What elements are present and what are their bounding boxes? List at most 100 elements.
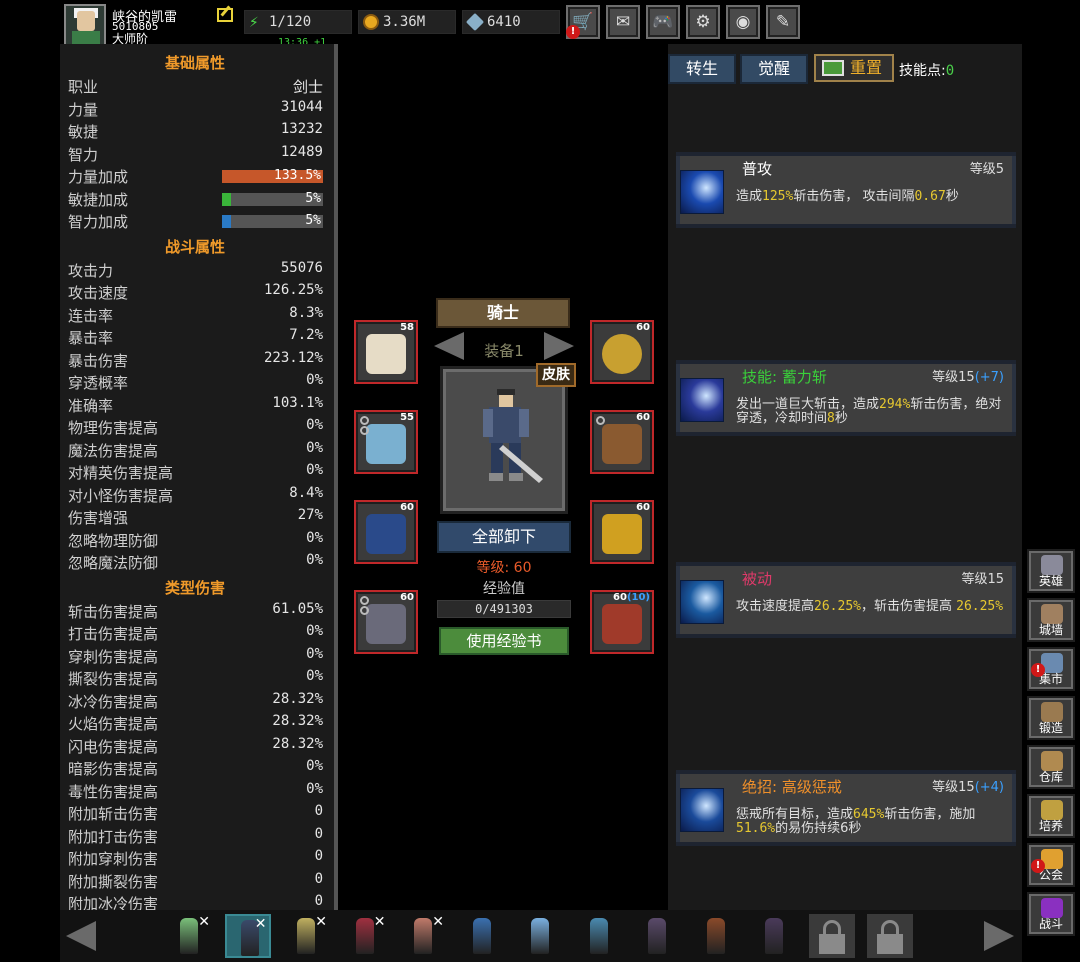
stat-value: 剑士 [292, 78, 323, 96]
stat-row: 暗影伤害提高 0% [68, 758, 323, 780]
side-nav-wall[interactable]: 城墙 [1027, 598, 1075, 642]
side-nav-guild[interactable]: 公会! [1027, 843, 1075, 887]
stat-value: 28.32% [272, 713, 323, 729]
tab-awaken[interactable]: 觉醒 [740, 54, 808, 84]
skill-description: 惩戒所有目标，造成645%斩击伤害，施加 51.6%的易伤持续6秒 [736, 808, 1008, 836]
stat-value: 28.32% [272, 735, 323, 752]
hero-roster-item[interactable]: ✕ [224, 914, 271, 958]
prev-set-arrow-icon[interactable] [434, 332, 464, 360]
locked-hero-slot[interactable] [809, 914, 855, 958]
stat-label: 智力 [68, 145, 99, 164]
gem-value: 6410 [487, 14, 521, 30]
side-nav-chalice[interactable]: 培养 [1027, 794, 1075, 838]
hero-sprite-icon [765, 918, 783, 954]
edit-name-icon[interactable] [217, 8, 233, 22]
skill-desc-value: 294% [879, 397, 911, 412]
necklace-slot[interactable]: 60 [590, 320, 654, 384]
weapon-slot[interactable]: 60(10) [590, 590, 654, 654]
gem-counter[interactable]: 6410 [462, 10, 560, 34]
stat-value: 61.05% [272, 600, 323, 617]
remove-hero-icon[interactable]: ✕ [432, 914, 444, 930]
roster-next-button[interactable] [982, 918, 1018, 954]
side-nav-storage[interactable]: 仓库 [1027, 745, 1075, 789]
hero-roster-item[interactable]: ✕ [283, 914, 329, 958]
hero-roster-item[interactable] [459, 914, 505, 958]
stat-value: 0% [306, 529, 323, 546]
side-nav-anvil[interactable]: 锻造 [1027, 696, 1075, 740]
remove-hero-icon[interactable]: ✕ [198, 914, 210, 930]
hero-roster-item[interactable] [693, 914, 739, 958]
stat-label: 打击伤害提高 [68, 625, 159, 643]
skill-name: 绝招: 高级惩戒 [742, 778, 842, 796]
tab-rebirth[interactable]: 转生 [668, 54, 736, 84]
mail-button[interactable]: ✉ [606, 5, 640, 39]
item-level: 55 [400, 412, 414, 423]
stat-label: 附加撕裂伤害 [68, 872, 159, 891]
hero-roster-item[interactable]: ✕ [400, 914, 446, 958]
hero-roster-item[interactable] [576, 914, 622, 958]
stat-label: 对精英伤害提高 [68, 464, 174, 482]
chest-slot[interactable]: 55 [354, 410, 418, 474]
stat-bonus-bar: 133.5% [222, 168, 323, 183]
gold-counter[interactable]: 3.36M [358, 10, 456, 34]
gamepad-button[interactable]: 🎮 [646, 5, 680, 39]
unequip-all-button[interactable]: 全部卸下 [437, 521, 571, 553]
stat-value: 0% [306, 417, 323, 433]
player-avatar[interactable] [64, 4, 106, 46]
exp-bar: 0/491303 [437, 600, 571, 618]
roster-prev-button[interactable] [62, 918, 98, 954]
hero-roster-item[interactable] [751, 914, 797, 958]
shop-button[interactable]: 🛒! [566, 5, 600, 39]
feather-button[interactable]: ✎ [766, 5, 800, 39]
legs-slot[interactable]: 60 [354, 500, 418, 564]
next-set-arrow-icon[interactable] [544, 332, 574, 360]
remove-hero-icon[interactable]: ✕ [374, 914, 386, 930]
wheel-button[interactable]: ◉ [726, 5, 760, 39]
remove-hero-icon[interactable]: ✕ [315, 914, 327, 930]
side-nav-portal[interactable]: 战斗 [1027, 892, 1075, 936]
hero-roster-item[interactable] [517, 914, 563, 958]
stat-row: 物理伤害提高 0% [68, 417, 323, 439]
skill-card[interactable]: 技能: 蓄力斩 等级15(+7) 发出一道巨大斩击，造成294%斩击伤害，绝对穿透，… [676, 360, 1016, 436]
stat-label: 穿刺伤害提高 [68, 647, 159, 666]
skill-card[interactable]: 绝招: 高级惩戒 等级15(+4) 惩戒所有目标，造成645%斩击伤害，施加 51.… [676, 770, 1016, 846]
stat-value: 0% [306, 780, 323, 797]
side-nav-helmet[interactable]: 英雄 [1027, 549, 1075, 593]
stat-label: 敏捷加成 [68, 190, 129, 209]
boots-slot[interactable]: 60 [354, 590, 418, 654]
stat-value: 31044 [280, 98, 323, 115]
skill-desc-value: 26.25% [956, 599, 1004, 614]
ring-slot[interactable]: 60 [590, 500, 654, 564]
skill-card[interactable]: 被动 等级15 攻击速度提高26.25%，斩击伤害提高 26.25% [676, 562, 1016, 638]
color-wheel-icon: ◉ [735, 12, 751, 32]
socket-icon [360, 426, 369, 435]
locked-hero-slot[interactable] [867, 914, 913, 958]
stat-value: 5% [305, 190, 321, 206]
energy-counter[interactable]: ⚡ 1/120 [244, 10, 352, 34]
reset-skills-button[interactable]: 重置 [814, 54, 894, 82]
settings-button[interactable]: ⚙ [686, 5, 720, 39]
stat-label: 准确率 [68, 396, 114, 415]
stat-bonus-fill [222, 215, 232, 228]
use-exp-book-button[interactable]: 使用经验书 [439, 627, 569, 655]
stat-row: 附加冰冷伤害 0 [68, 893, 323, 910]
stat-row: 攻击力 55076 [68, 260, 323, 282]
side-nav-label: 仓库 [1038, 770, 1063, 784]
side-nav-market[interactable]: 集市! [1027, 647, 1075, 691]
stat-row: 智力加成 5% [68, 211, 323, 233]
helmet-slot[interactable]: 58 [354, 320, 418, 384]
hero-roster-item[interactable]: ✕ [166, 914, 212, 958]
gloves-slot[interactable]: 60 [590, 410, 654, 474]
skill-card[interactable]: 普攻 等级5 造成125%斩击伤害， 攻击间隔0.67秒 [676, 152, 1016, 228]
skin-button[interactable]: 皮肤 [536, 363, 576, 387]
stat-row: 闪电伤害提高 28.32% [68, 736, 323, 758]
stat-label: 魔法伤害提高 [68, 441, 159, 460]
item-level: 60(10) [613, 592, 650, 603]
skill-desc-text: 斩击伤害，施加 [884, 807, 976, 822]
hero-roster-item[interactable] [634, 914, 680, 958]
hero-roster-item[interactable]: ✕ [342, 914, 388, 958]
remove-hero-icon[interactable]: ✕ [255, 916, 267, 932]
stat-row: 火焰伤害提高 28.32% [68, 713, 323, 735]
stat-row: 忽略魔法防御 0% [68, 552, 323, 574]
stat-label: 毒性伤害提高 [68, 782, 159, 801]
